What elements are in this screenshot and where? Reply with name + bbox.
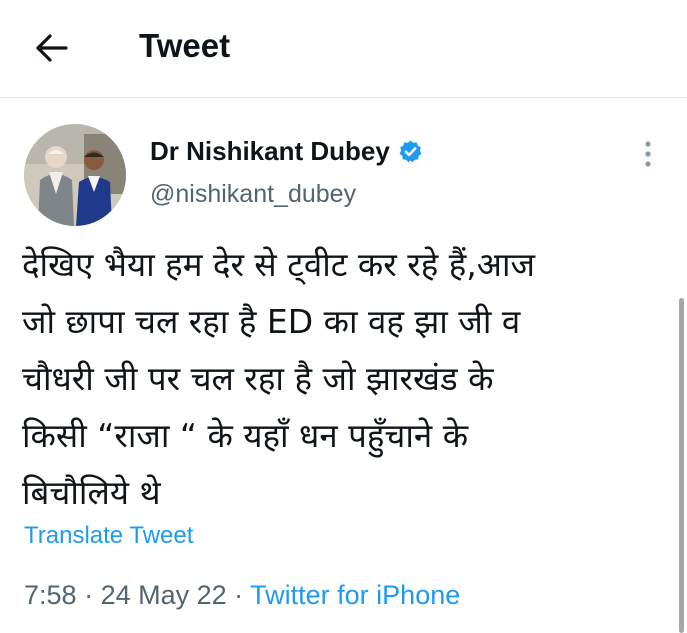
tweet-text-line: किसी “राजा “ के यहाँ धन पहुँचाने के <box>22 416 469 455</box>
tweet-date[interactable]: 24 May 22 <box>101 580 227 610</box>
translate-tweet-link[interactable]: Translate Tweet <box>24 522 193 550</box>
avatar-photo <box>24 124 126 226</box>
tweet-metadata: 7:58 · 24 May 22 · Twitter for iPhone <box>24 580 460 611</box>
top-bar: Tweet <box>0 0 687 98</box>
verified-badge-icon <box>399 140 422 163</box>
more-options-button[interactable] <box>636 136 660 172</box>
tweet-text-line: देखिए भैया हम देर से ट्वीट कर रहे हैं,आज <box>22 245 535 284</box>
arrow-left-icon <box>36 34 68 62</box>
meta-separator: · <box>76 580 101 610</box>
author-handle[interactable]: @nishikant_dubey <box>150 180 356 209</box>
tweet-text-line: बिचौलिये थे <box>22 473 161 512</box>
back-button[interactable] <box>30 26 74 70</box>
tweet-source-link[interactable]: Twitter for iPhone <box>250 580 460 610</box>
author-name-text: Dr Nishikant Dubey <box>150 136 390 166</box>
tweet-text: देखिए भैया हम देर से ट्वीट कर रहे हैं,आज… <box>22 236 672 521</box>
avatar[interactable] <box>24 124 126 226</box>
more-vertical-icon <box>645 141 651 167</box>
author-name[interactable]: Dr Nishikant Dubey <box>150 136 423 167</box>
meta-separator: · <box>226 580 251 610</box>
scrollbar[interactable] <box>679 298 684 633</box>
page-title: Tweet <box>139 27 231 64</box>
tweet-text-line: चौधरी जी पर चल रहा है जो झारखंड के <box>22 359 494 398</box>
tweet-time[interactable]: 7:58 <box>24 580 77 610</box>
tweet-text-line: जो छापा चल रहा है ED का वह झा जी व <box>22 302 521 341</box>
